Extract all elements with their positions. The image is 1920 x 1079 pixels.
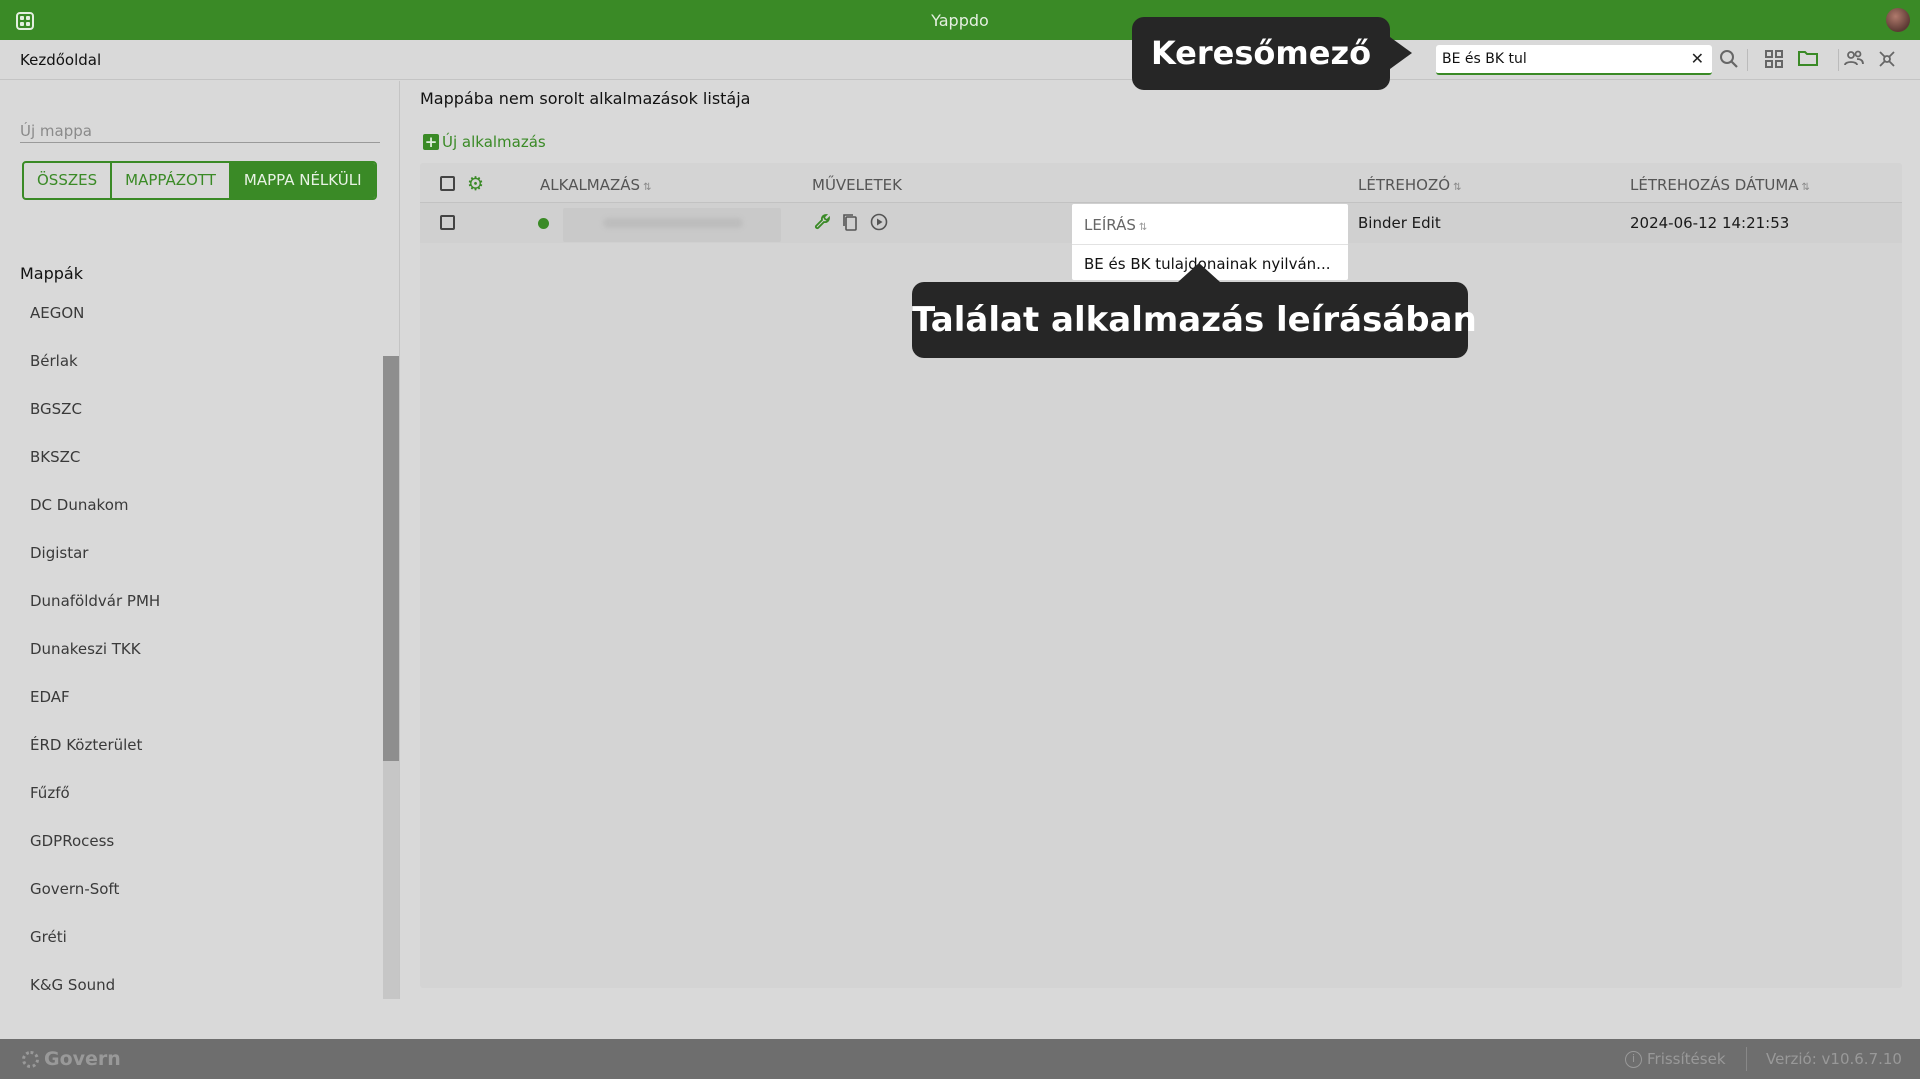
app-body: Kezdőoldal ✕ ÖSSZES MAPPÁZOTT MAPPA NÉLK… [0, 17, 1920, 1039]
play-icon[interactable] [870, 213, 888, 236]
folder-view-icon[interactable] [1797, 49, 1819, 71]
sidebar-scrollbar[interactable] [383, 356, 399, 999]
divider [1072, 244, 1348, 245]
toolbar-divider [1838, 49, 1839, 71]
folder-item[interactable]: Govern-Soft [30, 879, 160, 927]
clear-search-icon[interactable]: ✕ [1691, 49, 1704, 68]
page-title: Mappába nem sorolt alkalmazások listája [420, 89, 751, 108]
row-checkbox[interactable] [440, 215, 455, 230]
copy-icon[interactable] [842, 213, 858, 236]
result-tooltip: Találat alkalmazás leírásában [912, 263, 1477, 358]
footer: Govern i Frissítések Verzió: v10.6.7.10 [0, 1039, 1920, 1079]
column-header-creator[interactable]: LÉTREHOZÓ ⇅ [1358, 176, 1461, 194]
toolbar-divider [1747, 49, 1748, 71]
folder-item[interactable]: Dunakeszi TKK [30, 639, 160, 687]
search-tooltip: Keresőmező [1132, 17, 1412, 90]
select-all-checkbox[interactable] [440, 176, 455, 191]
grid-view-icon[interactable] [1763, 49, 1785, 71]
column-header-actions: MŰVELETEK [812, 176, 902, 194]
govern-logo-icon [22, 1050, 39, 1068]
updates-label: Frissítések [1647, 1050, 1726, 1068]
app-name-blurred[interactable] [563, 208, 781, 242]
brand-logo: Govern [22, 1048, 121, 1070]
folder-item[interactable]: Bérlak [30, 351, 160, 399]
brand-name: Govern [44, 1048, 121, 1070]
result-tooltip-text: Találat alkalmazás leírásában [912, 300, 1477, 340]
new-app-button[interactable]: + Új alkalmazás [423, 133, 546, 151]
column-settings-gear-icon[interactable]: ⚙ [467, 175, 484, 194]
wrench-icon[interactable] [814, 213, 832, 236]
sort-icon: ⇅ [1138, 222, 1148, 233]
user-avatar[interactable] [1886, 8, 1910, 32]
filter-all-button[interactable]: ÖSSZES [24, 163, 113, 198]
column-header-created[interactable]: LÉTREHOZÁS DÁTUMA ⇅ [1630, 176, 1810, 194]
breadcrumb-home[interactable]: Kezdőoldal [20, 51, 101, 69]
folder-item[interactable]: K&G Sound [30, 975, 160, 1023]
folder-item[interactable]: BGSZC [30, 399, 160, 447]
tooltip-arrow [1390, 37, 1412, 69]
search-input[interactable] [1442, 48, 1682, 70]
updates-link[interactable]: i Frissítések [1625, 1050, 1726, 1068]
folder-filter-segment: ÖSSZES MAPPÁZOTT MAPPA NÉLKÜLI [22, 161, 377, 200]
title-bar: Yappdo [0, 0, 1920, 40]
folder-item[interactable]: EDAF [30, 687, 160, 735]
plus-icon: + [423, 133, 439, 151]
column-header-app[interactable]: ALKALMAZÁS ⇅ [540, 176, 651, 194]
row-created-date: 2024-06-12 14:21:53 [1630, 214, 1790, 232]
row-creator: Binder Edit [1358, 214, 1441, 232]
filter-foldered-button[interactable]: MAPPÁZOTT [112, 163, 231, 198]
sort-icon: ⇅ [1453, 182, 1462, 193]
sidebar: ÖSSZES MAPPÁZOTT MAPPA NÉLKÜLI Mappák AE… [0, 81, 400, 999]
users-icon[interactable] [1843, 49, 1865, 71]
sort-icon: ⇅ [643, 182, 652, 193]
footer-divider [1746, 1047, 1747, 1071]
version-label: Verzió: v10.6.7.10 [1766, 1050, 1902, 1068]
folder-item[interactable]: AEGON [30, 303, 160, 351]
folder-item[interactable]: ÉRD Közterület [30, 735, 160, 783]
folder-item[interactable]: Fűzfő [30, 783, 160, 831]
sidebar-scrollbar-thumb[interactable] [383, 356, 399, 761]
folder-item[interactable]: DC Dunakom [30, 495, 160, 543]
folder-item[interactable]: Digistar [30, 543, 160, 591]
window-title: Yappdo [931, 11, 989, 30]
folder-item[interactable]: BKSZC [30, 447, 160, 495]
search-box[interactable]: ✕ [1436, 45, 1712, 75]
filter-unfoldered-button[interactable]: MAPPA NÉLKÜLI [230, 163, 375, 198]
network-icon[interactable] [1876, 49, 1898, 71]
folder-item[interactable]: GDPRocess [30, 831, 160, 879]
info-icon: i [1625, 1050, 1642, 1068]
sort-icon: ⇅ [1801, 182, 1810, 193]
search-icon[interactable] [1718, 49, 1740, 71]
folder-item[interactable]: Gréti [30, 927, 160, 975]
folder-list: AEGON Bérlak BGSZC BKSZC DC Dunakom Digi… [30, 303, 160, 1023]
new-app-label: Új alkalmazás [442, 133, 546, 151]
search-tooltip-text: Keresőmező [1150, 34, 1372, 72]
tooltip-arrow [1178, 263, 1220, 282]
new-folder-input[interactable] [20, 119, 380, 143]
folders-title: Mappák [20, 264, 83, 283]
top-bar: Kezdőoldal ✕ [0, 40, 1920, 80]
column-header-description[interactable]: LEÍRÁS ⇅ [1084, 216, 1147, 234]
table-header: ⚙ ALKALMAZÁS ⇅ MŰVELETEK LÉTREHOZÓ ⇅ LÉTRE… [420, 163, 1902, 203]
folder-item[interactable]: Dunaföldvár PMH [30, 591, 160, 639]
status-dot [538, 218, 549, 229]
